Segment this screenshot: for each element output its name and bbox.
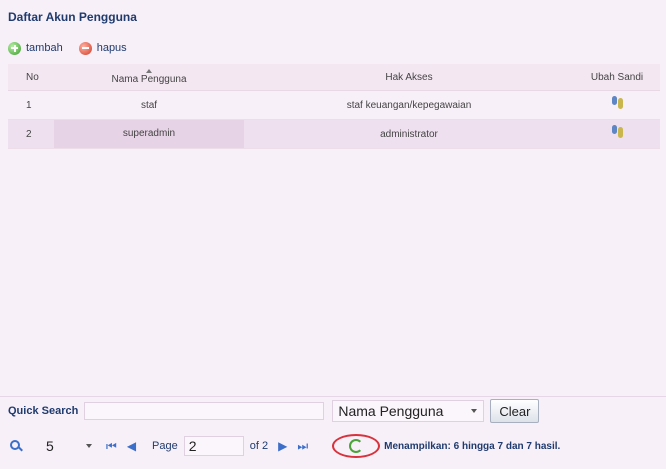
refresh-icon[interactable] [349, 439, 364, 453]
header-hak-akses[interactable]: Hak Akses [244, 72, 574, 83]
delete-button[interactable]: hapus [78, 41, 127, 55]
user-accounts-panel: Daftar Akun Pengguna tambah hapus No Nam… [0, 0, 666, 469]
rows-per-page-value: 5 [46, 438, 54, 454]
delete-button-label: hapus [96, 42, 127, 54]
table-row[interactable]: 2 superadmin administrator [8, 120, 660, 149]
change-password-icon[interactable] [610, 95, 624, 112]
prev-page-icon[interactable]: ◀ [127, 439, 136, 453]
search-field-value: Nama Pengguna [338, 403, 444, 419]
cell-nama: staf [140, 99, 158, 111]
change-password-icon[interactable] [610, 124, 624, 141]
quick-search-label: Quick Search [8, 405, 79, 417]
toolbar: tambah hapus [8, 38, 127, 58]
first-page-icon[interactable]: ⏮ [106, 439, 117, 454]
cell-hak: staf keuangan/kepegawaian [346, 99, 472, 111]
delete-icon [78, 41, 92, 55]
table-row[interactable]: 1 staf staf keuangan/kepegawaian [8, 91, 660, 120]
table-header: No Nama Pengguna Hak Akses Ubah Sandi [8, 64, 660, 91]
page-number-input[interactable] [183, 436, 244, 456]
rows-per-page-select[interactable]: 5 [38, 436, 96, 456]
header-nama-pengguna[interactable]: Nama Pengguna [54, 69, 244, 85]
page-label: Page [152, 440, 178, 452]
search-field-select[interactable]: Nama Pengguna [332, 400, 485, 422]
cell-sandi [574, 95, 660, 115]
pagination-bar: 5 ⏮ ◀ Page of 2 ▶ ⏭ Menampilkan: 6 hingg… [0, 432, 666, 460]
add-button[interactable]: tambah [8, 41, 63, 55]
search-icon[interactable] [10, 440, 22, 452]
page-total: of 2 [249, 440, 269, 452]
quick-search-bar: Quick Search Nama Pengguna Clear [0, 396, 666, 425]
chevron-down-icon [86, 444, 92, 448]
header-no[interactable]: No [8, 72, 54, 83]
sort-asc-icon [146, 69, 152, 73]
highlight-circle [332, 434, 381, 458]
cell-sandi [574, 124, 660, 144]
cell-no: 2 [26, 128, 32, 140]
cell-hak: administrator [380, 128, 438, 140]
clear-button[interactable]: Clear [490, 399, 540, 423]
last-page-icon[interactable]: ⏭ [297, 439, 308, 454]
header-ubah-sandi[interactable]: Ubah Sandi [574, 72, 660, 83]
add-icon [8, 41, 21, 55]
quick-search-input[interactable] [84, 402, 325, 420]
panel-title: Daftar Akun Pengguna [8, 10, 137, 24]
header-nama-label: Nama Pengguna [111, 74, 187, 85]
users-table: No Nama Pengguna Hak Akses Ubah Sandi 1 … [8, 64, 660, 149]
add-button-label: tambah [26, 42, 63, 54]
cell-no: 1 [26, 99, 32, 111]
next-page-icon[interactable]: ▶ [278, 439, 287, 453]
cell-nama: superadmin [54, 120, 244, 148]
results-status: Menampilkan: 6 hingga 7 dan 7 hasil. [384, 440, 561, 452]
chevron-down-icon [471, 409, 478, 413]
